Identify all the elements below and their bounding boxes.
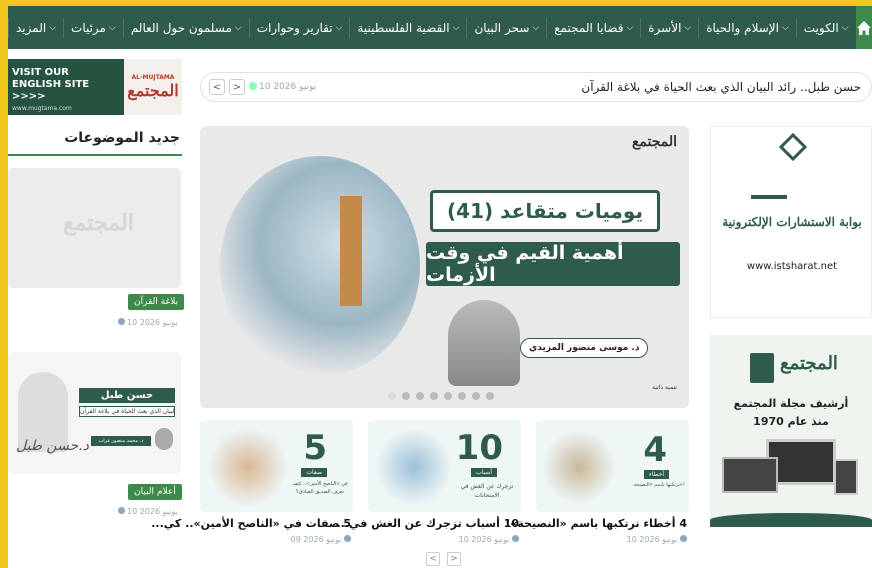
- latest-item-1-image[interactable]: المجتمع: [8, 168, 181, 288]
- devices-illustration: [722, 439, 860, 507]
- ticker-next-button[interactable]: >: [229, 79, 245, 95]
- nav-item-palestine[interactable]: القضية الفلسطينية ⌵: [349, 17, 466, 38]
- home-button[interactable]: [855, 6, 872, 49]
- latest-item-2-image[interactable]: حسن طبل رائد البيان الذي بعث الحياة في ب…: [8, 352, 181, 474]
- cards-prev-button[interactable]: <: [426, 552, 440, 566]
- archive-ad-footer: [710, 513, 872, 527]
- article-card-1-date: 10 يونيو 2026: [627, 535, 687, 544]
- nav-item-reports[interactable]: تقارير وحوارات ⌵: [248, 17, 350, 38]
- nav-item-islam-life[interactable]: الإسلام والحياة ⌵: [698, 17, 796, 38]
- latest-item-2-tag[interactable]: أعلام البيان: [128, 484, 182, 500]
- slide-title-1: يوميات متقاعد (41): [430, 190, 660, 232]
- ticker-headline[interactable]: حسن طبل.. رائد البيان الذي بعث الحياة في…: [581, 80, 861, 94]
- slider-dots: [388, 392, 494, 400]
- chevron-down-icon: ⌵: [108, 22, 116, 33]
- nav-item-eloquence[interactable]: سحر البيان ⌵: [466, 17, 546, 38]
- document-icon: [750, 353, 774, 383]
- clock-icon: [344, 535, 351, 542]
- ticker-date: 10 يونيو 2026: [249, 82, 316, 92]
- chevron-down-icon: ⌵: [626, 22, 634, 33]
- nav-item-family[interactable]: الأسرة ⌵: [640, 17, 698, 38]
- nav-item-society[interactable]: قضايا المجتمع ⌵: [546, 17, 640, 38]
- nav-item-more[interactable]: المزيد ⌵: [8, 17, 63, 38]
- nav-item-kuwait[interactable]: الكويت ⌵: [795, 17, 856, 38]
- istisharat-ad[interactable]: بوابة الاستشارات الإلكترونية www.istshar…: [710, 126, 872, 318]
- nav-item-muslims-world[interactable]: مسلمون حول العالم ⌵: [122, 17, 249, 38]
- latest-topics-header: جديد الموضوعات: [8, 130, 182, 156]
- slider-dot[interactable]: [388, 392, 396, 400]
- slider-dot[interactable]: [416, 392, 424, 400]
- mujtama-logo: AL-MUJTAMA المجتمع: [124, 59, 182, 115]
- cards-next-button[interactable]: >: [447, 552, 461, 566]
- slider-dot[interactable]: [430, 392, 438, 400]
- clock-icon: [512, 535, 519, 542]
- chevron-down-icon: ⌵: [841, 22, 849, 33]
- left-frame-bar: [0, 0, 8, 568]
- chevron-down-icon: ⌵: [452, 22, 460, 33]
- article-card-2-date: 10 يونيو 2026: [459, 535, 519, 544]
- old-man-illustration: [544, 428, 614, 506]
- article-card-2-title[interactable]: 10 أسباب تزجرك عن الغش في...: [337, 517, 520, 530]
- news-ticker: حسن طبل.. رائد البيان الذي بعث الحياة في…: [200, 72, 872, 102]
- slider-dot[interactable]: [486, 392, 494, 400]
- quran-stand-icon: [751, 177, 787, 199]
- latest-item-2-date: 10 يونيو 2026: [118, 507, 178, 516]
- clock-icon: [118, 318, 125, 325]
- chevron-down-icon: ⌵: [335, 22, 343, 33]
- article-card-3-title[interactable]: 5 صفات في «الناصح الأمين».. كي...: [151, 517, 351, 530]
- slide-title-2: أهمية القيم في وقت الأزمات: [426, 242, 680, 286]
- ornament-icon: [778, 132, 808, 162]
- article-card-1-title[interactable]: 4 أخطاء نرتكبها باسم «النصيحة»!: [505, 517, 687, 530]
- friends-illustration: [206, 428, 290, 506]
- chevron-down-icon: ⌵: [781, 22, 789, 33]
- slider-dot[interactable]: [444, 392, 452, 400]
- article-card-3[interactable]: 5 صفات في «الناصح الأمين».. كيف تعرف الص…: [151, 420, 353, 544]
- chevron-down-icon: ⌵: [532, 22, 540, 33]
- latest-topics-title: جديد الموضوعات: [64, 130, 180, 146]
- clock-icon: [249, 82, 257, 90]
- clock-icon: [118, 507, 125, 514]
- slider-dot[interactable]: [472, 392, 480, 400]
- main-nav: الكويت ⌵ الإسلام والحياة ⌵ الأسرة ⌵ قضايا ا…: [8, 6, 872, 49]
- lighthouse-tower: [340, 196, 362, 306]
- english-site-banner[interactable]: VISIT OUR ENGLISH SITE >>>> www.mugtama.…: [8, 59, 182, 115]
- author-photo: [448, 300, 520, 386]
- article-card-3-date: 09 يونيو 2026: [291, 535, 351, 544]
- ticker-prev-button[interactable]: <: [209, 79, 225, 95]
- chevron-down-icon: ⌵: [49, 22, 57, 33]
- article-card-3-image: 5 صفات في «الناصح الأمين».. كيف تعرف الص…: [200, 420, 353, 512]
- student-illustration: [376, 428, 452, 506]
- home-icon: [856, 20, 871, 35]
- lighthouse-illustration: [220, 156, 420, 376]
- magazine-archive-ad[interactable]: المجتمع أرشيف مجلة المجتمع منذ عام 1970: [710, 335, 872, 527]
- chevron-down-icon: ⌵: [234, 22, 242, 33]
- nav-item-videos[interactable]: مرئيات ⌵: [63, 17, 123, 38]
- author-avatar: [155, 428, 173, 450]
- chevron-down-icon: ⌵: [684, 22, 692, 33]
- latest-item-1-date: 10 يونيو 2026: [118, 318, 178, 327]
- slider-dot[interactable]: [402, 392, 410, 400]
- article-card-2[interactable]: 10 أسباب تزجرك عن الغش في الامتحانات 10 …: [337, 420, 521, 544]
- slider-dot[interactable]: [458, 392, 466, 400]
- featured-slider[interactable]: المجتمع يوميات متقاعد (41) أهمية القيم ف…: [200, 126, 689, 408]
- article-card-1-image: 4 أخطاء نرتكبها باسم «النصيحة»!: [536, 420, 689, 512]
- article-card-2-image: 10 أسباب تزجرك عن الغش في الامتحانات: [368, 420, 521, 512]
- article-card-1[interactable]: 4 أخطاء نرتكبها باسم «النصيحة»! 4 أخطاء …: [505, 420, 689, 544]
- clock-icon: [680, 535, 687, 542]
- latest-item-1-tag[interactable]: بلاغة القرآن: [128, 294, 185, 310]
- slide-author: د. موسى منصور المزيدي: [520, 338, 649, 358]
